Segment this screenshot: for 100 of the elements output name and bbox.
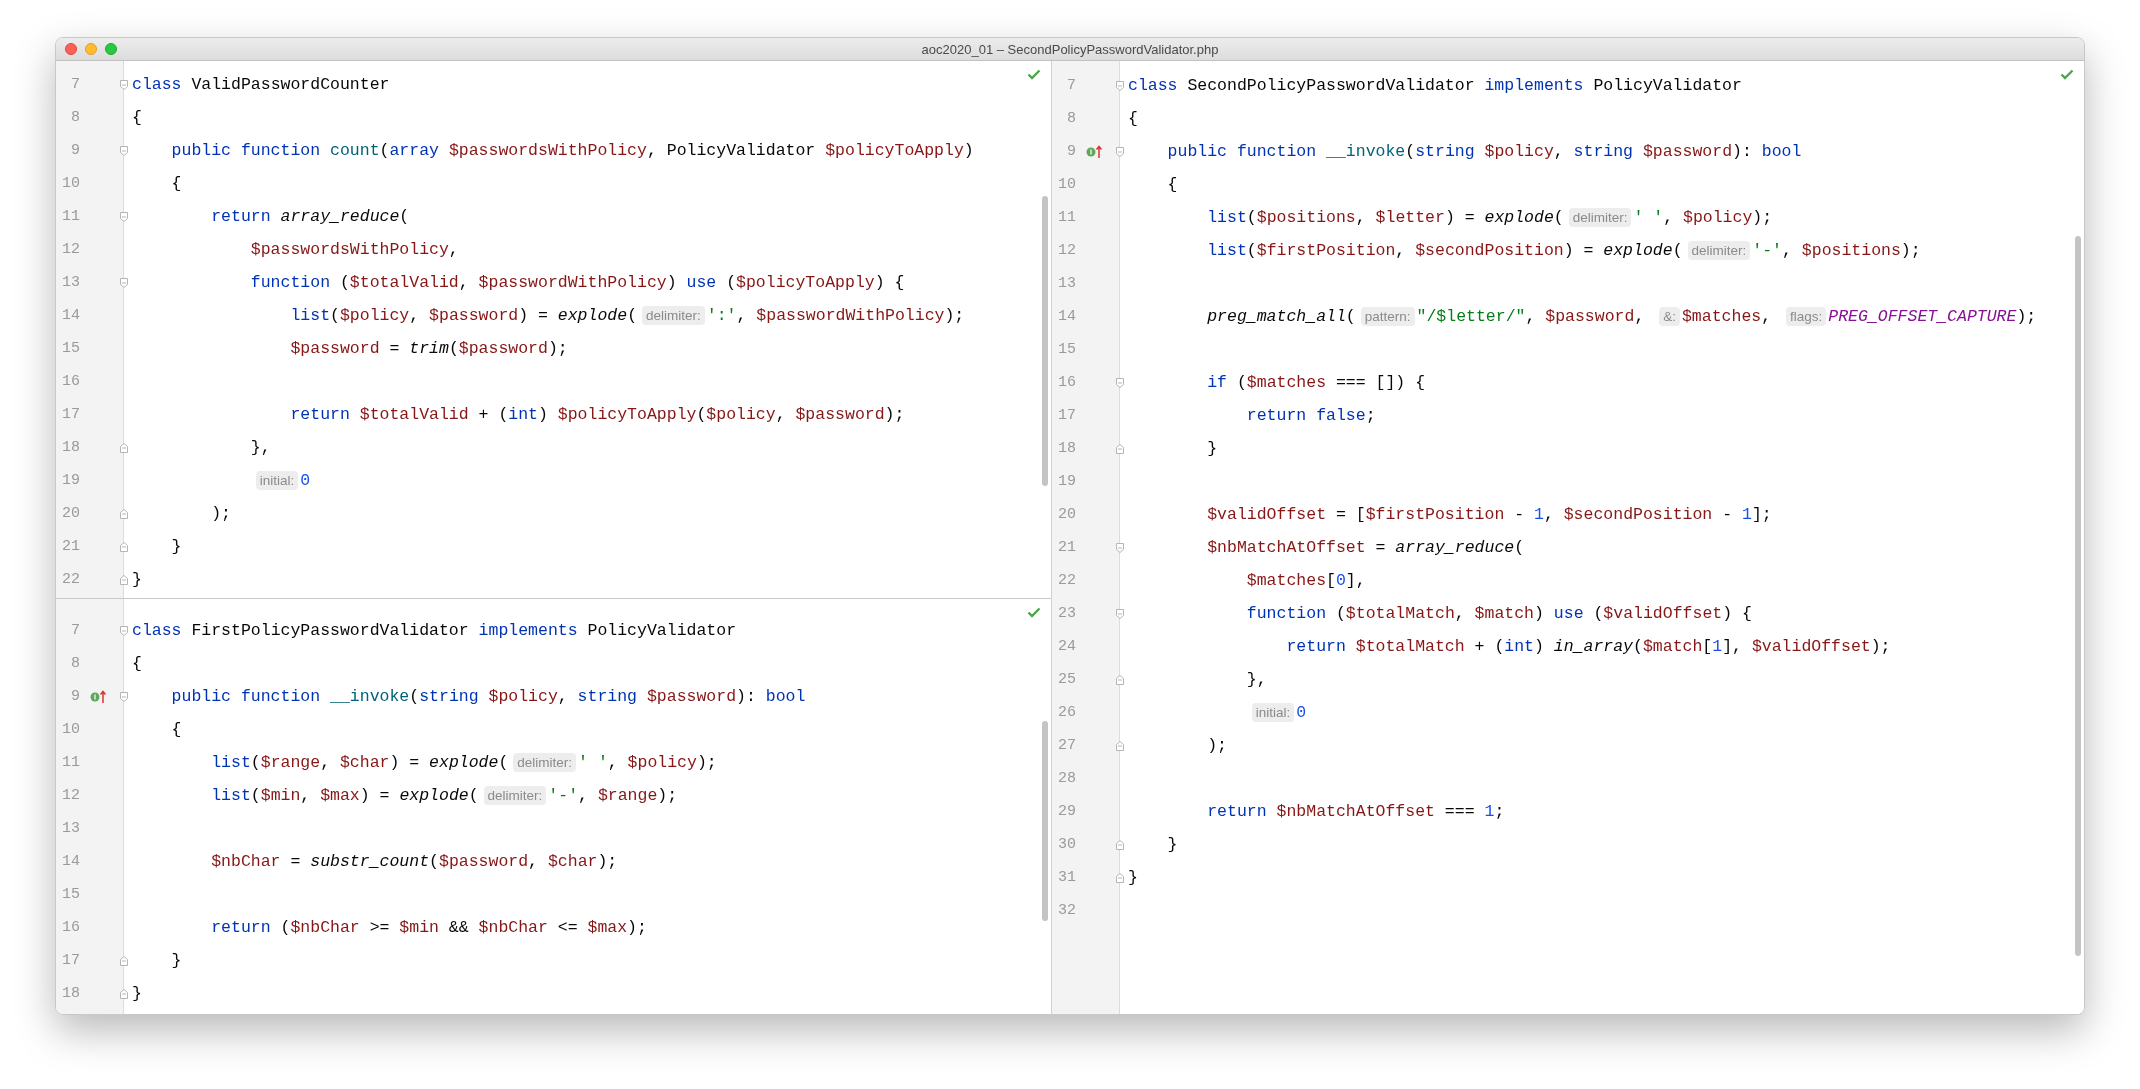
line-number: 22 — [1057, 572, 1076, 589]
scrollbar[interactable] — [1042, 721, 1048, 921]
code-line: ); — [1206, 736, 1228, 755]
line-number: 18 — [61, 439, 80, 456]
window-title: aoc2020_01 – SecondPolicyPasswordValidator.php — [921, 41, 1219, 57]
line-number: 13 — [61, 274, 80, 291]
code-line: ); — [210, 504, 232, 523]
fold-icon[interactable] — [119, 954, 129, 967]
code-line: { — [132, 654, 142, 673]
line-number: 14 — [61, 853, 80, 870]
code-line: $validOffset = [$firstPosition - 1, $secondPosition - 1]; — [1206, 505, 1772, 524]
fold-icon[interactable] — [1115, 607, 1125, 620]
implements-marker-icon[interactable] — [90, 689, 108, 704]
code-line: return $totalValid + (int) $policyToApply($policy, $password); — [289, 405, 905, 424]
fold-icon[interactable] — [1115, 376, 1125, 389]
line-number: 25 — [1057, 671, 1076, 688]
code-line: $matches[0], — [1245, 571, 1366, 590]
line-number: 12 — [61, 241, 80, 258]
code-line: { — [170, 174, 182, 193]
scrollbar[interactable] — [1042, 196, 1048, 486]
code-line: list($range, $char) = explode( delimiter: ' ', $policy); — [210, 753, 717, 772]
line-number: 16 — [61, 373, 80, 390]
code-line: list($policy, $password) = explode( delimiter: ':', $passwordWithPolicy); — [289, 306, 965, 325]
fold-icon[interactable] — [1115, 442, 1125, 455]
line-number: 17 — [1057, 407, 1076, 424]
code-line: } — [170, 537, 182, 556]
line-number: 30 — [1057, 836, 1076, 853]
line-number: 10 — [61, 721, 80, 738]
code-line: class ValidPasswordCounter — [132, 75, 390, 94]
fold-icon[interactable] — [119, 507, 129, 520]
fold-icon[interactable] — [119, 78, 129, 91]
fold-icon[interactable] — [1115, 739, 1125, 752]
implements-marker-icon[interactable] — [1086, 144, 1104, 159]
zoom-button[interactable] — [105, 43, 117, 55]
line-number: 13 — [1057, 275, 1076, 292]
close-button[interactable] — [65, 43, 77, 55]
check-icon[interactable] — [1027, 607, 1041, 618]
line-number: 12 — [1057, 242, 1076, 259]
line-number: 12 — [61, 787, 80, 804]
line-number: 16 — [61, 919, 80, 936]
line-number: 31 — [1057, 869, 1076, 886]
line-number: 10 — [61, 175, 80, 192]
code-line: return array_reduce( — [210, 207, 410, 226]
line-number: 15 — [61, 886, 80, 903]
line-number: 18 — [61, 985, 80, 1002]
line-number: 20 — [1057, 506, 1076, 523]
fold-icon[interactable] — [119, 210, 129, 223]
fold-icon[interactable] — [119, 540, 129, 553]
code-line: } — [1206, 439, 1218, 458]
fold-icon[interactable] — [119, 276, 129, 289]
fold-icon[interactable] — [119, 573, 129, 586]
scrollbar[interactable] — [2075, 236, 2081, 956]
code-line: { — [132, 108, 142, 127]
code-line: return $nbMatchAtOffset === 1; — [1206, 802, 1505, 821]
fold-icon[interactable] — [1115, 541, 1125, 554]
line-number: 9 — [1066, 143, 1076, 160]
code-line: }, — [1245, 670, 1267, 689]
line-number: 13 — [61, 820, 80, 837]
line-number: 32 — [1057, 902, 1076, 919]
fold-icon[interactable] — [1115, 673, 1125, 686]
line-number: 14 — [1057, 308, 1076, 325]
code-line: } — [132, 984, 142, 1003]
line-number: 26 — [1057, 704, 1076, 721]
line-number: 27 — [1057, 737, 1076, 754]
code-line: class FirstPolicyPasswordValidator implements PolicyValidator — [132, 621, 737, 640]
code-line: $passwordsWithPolicy, — [249, 240, 459, 259]
line-number: 18 — [1057, 440, 1076, 457]
line-number: 15 — [1057, 341, 1076, 358]
fold-icon[interactable] — [119, 987, 129, 1000]
code-line: return ($nbChar >= $min && $nbChar <= $max); — [210, 918, 647, 937]
code-line: function ($totalMatch, $match) use ($validOffset) { — [1245, 604, 1752, 623]
minimize-button[interactable] — [85, 43, 97, 55]
code-line: { — [1166, 175, 1178, 194]
line-number: 29 — [1057, 803, 1076, 820]
line-number: 17 — [61, 952, 80, 969]
code-line: } — [170, 951, 182, 970]
fold-icon[interactable] — [1115, 145, 1125, 158]
code-line: list($min, $max) = explode( delimiter: '-', $range); — [210, 786, 678, 805]
line-number: 21 — [1057, 539, 1076, 556]
fold-icon[interactable] — [1115, 79, 1125, 92]
fold-icon[interactable] — [1115, 838, 1125, 851]
line-number: 20 — [61, 505, 80, 522]
code-line: function ($totalValid, $passwordWithPolicy) use ($policyToApply) { — [249, 273, 905, 292]
fold-icon[interactable] — [119, 441, 129, 454]
line-number: 7 — [70, 76, 80, 93]
code-line: public function __invoke(string $policy, string $password): bool — [170, 687, 806, 706]
line-number: 7 — [70, 622, 80, 639]
code-line: preg_match_all( pattern: "/$letter/", $password, &: $matches, flags: PREG_OFFSET_CAPTURE); — [1206, 307, 2037, 326]
line-number: 17 — [61, 406, 80, 423]
fold-icon[interactable] — [119, 690, 129, 703]
code-line: initial: 0 — [1128, 703, 1307, 722]
code-line: list($positions, $letter) = explode( delimiter: ' ', $policy); — [1206, 208, 1773, 227]
line-number: 11 — [1057, 209, 1076, 226]
line-number: 8 — [70, 109, 80, 126]
check-icon[interactable] — [1027, 69, 1041, 80]
check-icon[interactable] — [2060, 69, 2074, 80]
fold-icon[interactable] — [1115, 871, 1125, 884]
fold-icon[interactable] — [119, 624, 129, 637]
code-line: { — [1128, 109, 1138, 128]
fold-icon[interactable] — [119, 144, 129, 157]
